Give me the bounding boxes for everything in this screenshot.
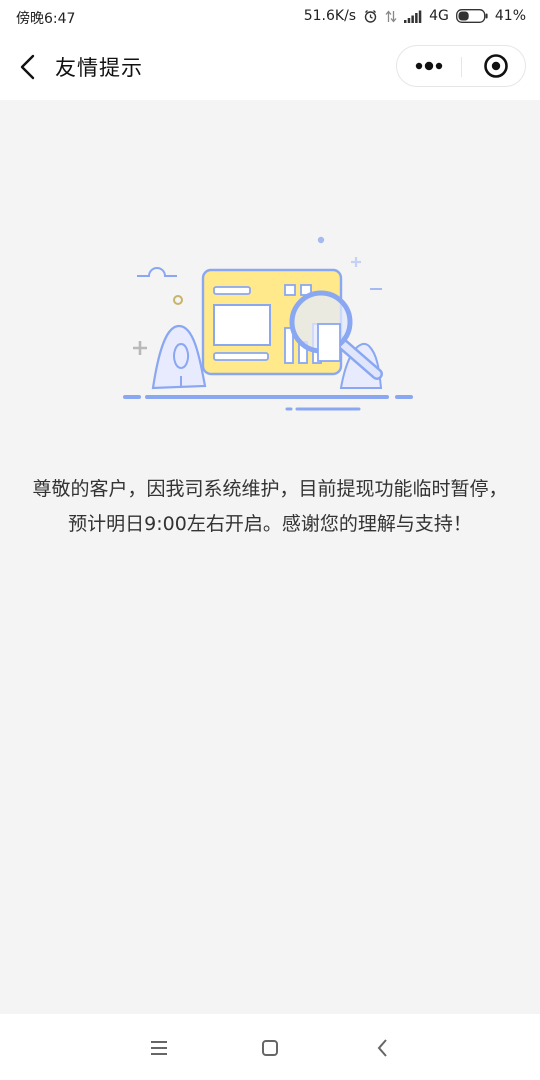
status-time: 傍晚6:47: [16, 11, 76, 27]
home-button[interactable]: [255, 1034, 285, 1062]
signal-icon: [404, 10, 422, 23]
close-button[interactable]: [462, 46, 526, 86]
system-back-button[interactable]: [368, 1034, 398, 1062]
nav-bar: 友情提示: [0, 34, 540, 100]
status-bar: 傍晚6:47 51.6K/s 4G 41%: [0, 0, 540, 34]
back-icon: [20, 54, 35, 80]
maintenance-illustration: [115, 228, 425, 424]
system-nav-bar: [0, 1014, 540, 1080]
status-indicators: 51.6K/s 4G 41%: [304, 8, 526, 24]
close-circle-icon: [484, 54, 508, 78]
more-button[interactable]: [397, 46, 461, 86]
page-title: 友情提示: [55, 56, 143, 80]
data-transfer-icon: [385, 9, 397, 24]
maintenance-magnifier-illustration: [123, 236, 413, 411]
alarm-icon: [363, 9, 378, 24]
more-dots-icon: [415, 61, 443, 71]
home-icon: [262, 1040, 278, 1056]
capsule-menu: [396, 45, 526, 87]
battery-percent: 41%: [494, 8, 526, 24]
network-speed: 51.6K/s: [303, 8, 357, 24]
back-icon: [377, 1039, 387, 1057]
back-button[interactable]: [12, 48, 48, 86]
menu-icon: [151, 1041, 167, 1055]
battery-icon: [455, 9, 488, 23]
maintenance-message: 尊敬的客户，因我司系统维护，目前提现功能临时暂停，预计明日9:00左右开启。感谢…: [32, 478, 508, 535]
menu-button[interactable]: [144, 1034, 174, 1062]
network-type: 4G: [429, 8, 449, 24]
